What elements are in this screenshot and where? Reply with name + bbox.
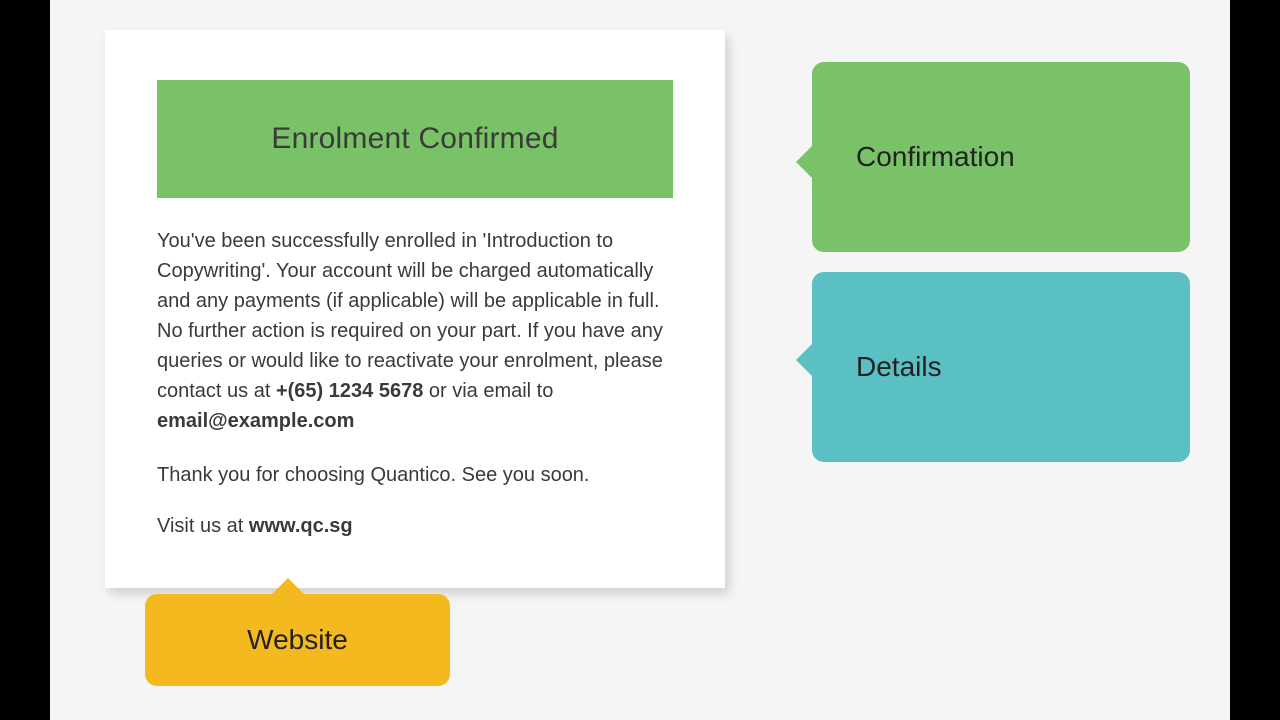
callout-website-label: Website <box>247 624 348 656</box>
visit-pre: Visit us at <box>157 515 249 537</box>
callout-confirmation-label: Confirmation <box>856 141 1015 173</box>
body-pre: You've been successfully enrolled in 'In… <box>157 230 663 402</box>
callout-website: Website <box>145 594 450 686</box>
visit-line: Visit us at www.qc.sg <box>157 515 673 538</box>
callout-details-label: Details <box>856 351 942 383</box>
confirmation-body: You've been successfully enrolled in 'In… <box>157 226 673 436</box>
email-address: email@example.com <box>157 410 354 432</box>
body-mid: or via email to <box>423 380 553 402</box>
visit-url: www.qc.sg <box>249 515 353 537</box>
thanks-text: Thank you for choosing Quantico. See you… <box>157 464 673 487</box>
confirmation-card: Enrolment Confirmed You've been successf… <box>105 30 725 588</box>
callout-confirmation: Confirmation <box>812 62 1190 252</box>
banner-title: Enrolment Confirmed <box>157 80 673 198</box>
callout-details: Details <box>812 272 1190 462</box>
slide-stage: Enrolment Confirmed You've been successf… <box>50 0 1230 720</box>
phone-number: +(65) 1234 5678 <box>276 380 423 402</box>
